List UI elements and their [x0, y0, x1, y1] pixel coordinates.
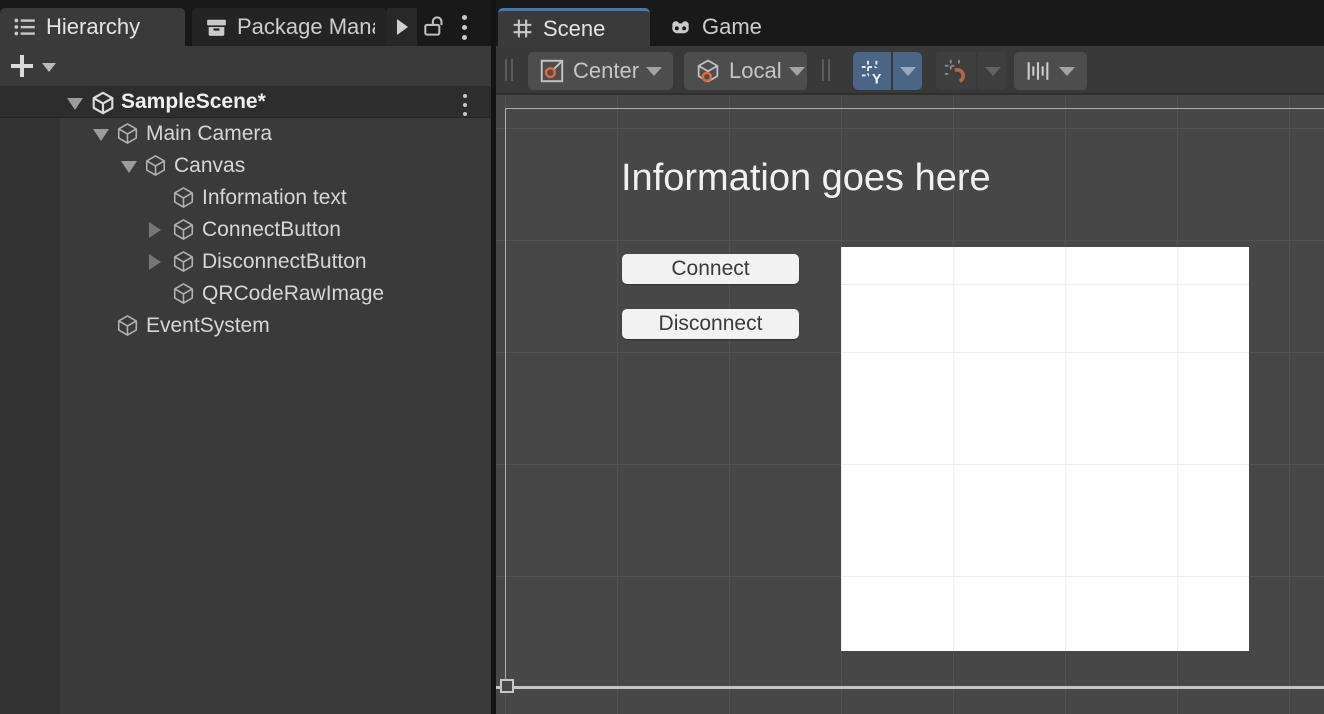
tree-row[interactable]: Information text: [0, 182, 491, 214]
pivot-dropdown-icon: [646, 67, 662, 76]
scene-header-row[interactable]: SampleScene*: [0, 87, 491, 118]
create-dropdown-icon[interactable]: [42, 63, 56, 72]
tree-row[interactable]: DisconnectButton: [0, 246, 491, 278]
tree-row[interactable]: Canvas: [0, 150, 491, 182]
scene-name: SampleScene*: [121, 90, 266, 114]
information-text: Information goes here: [621, 157, 991, 200]
orientation-mode-label: Local: [729, 58, 782, 84]
foldout-closed-icon[interactable]: [149, 254, 161, 270]
unlock-icon[interactable]: [421, 13, 449, 39]
grid-visibility-dropdown[interactable]: [893, 52, 922, 90]
tab-package-manager[interactable]: Package Manager: [192, 8, 387, 46]
gameobject-label: Canvas: [174, 154, 245, 178]
tab-hierarchy[interactable]: Hierarchy: [0, 8, 185, 46]
toolbar-drag-handle[interactable]: [505, 59, 515, 81]
orientation-dropdown-icon: [789, 67, 805, 76]
pivot-mode-button[interactable]: Center: [528, 52, 673, 90]
gameobject-label: QRCodeRawImage: [202, 282, 384, 306]
canvas-border-left: [505, 108, 506, 686]
scene-viewport[interactable]: Information goes here Connect Disconnect: [496, 95, 1324, 714]
gameobject-label: Main Camera: [146, 122, 272, 146]
left-tabbar: Hierarchy Package Manager: [0, 0, 491, 46]
connect-button[interactable]: Connect: [622, 254, 799, 284]
grid-snapping-dropdown[interactable]: [978, 52, 1007, 90]
tree-row[interactable]: EventSystem: [0, 310, 491, 342]
gameobject-cube-icon: [115, 313, 140, 338]
canvas-border-bottom: [496, 686, 1324, 689]
snap-magnet-icon: [942, 57, 970, 85]
tab-package-manager-label: Package Manager: [237, 14, 375, 40]
grid-snapping-button[interactable]: [936, 52, 976, 90]
hierarchy-icon: [12, 14, 38, 40]
gameobject-cube-icon: [171, 281, 196, 306]
scene-panel: Scene Game: [496, 0, 1324, 714]
foldout-open-icon[interactable]: [93, 129, 109, 141]
pivot-center-icon: [538, 57, 566, 85]
tab-game-label: Game: [702, 14, 762, 40]
scene-foldout-icon[interactable]: [67, 98, 83, 110]
qr-code-raw-image[interactable]: [841, 247, 1249, 651]
right-tabbar: Scene Game: [496, 0, 1324, 46]
hierarchy-tree: Main Camera Canvas Information text Conn…: [0, 118, 491, 714]
grid-y-axis-icon: Y: [859, 58, 886, 85]
tree-row[interactable]: Main Camera: [0, 118, 491, 150]
snap-increment-ruler-icon: [1024, 57, 1052, 85]
grid-visibility-button[interactable]: Y: [853, 52, 891, 90]
disconnect-button[interactable]: Disconnect: [622, 309, 799, 339]
scene-toolbar: Center Local: [496, 46, 1324, 95]
plus-icon: [11, 55, 33, 77]
canvas-border-top: [505, 108, 1324, 109]
gameobject-label: ConnectButton: [202, 218, 341, 242]
gameobject-cube-icon: [171, 217, 196, 242]
local-cube-icon: [694, 57, 722, 85]
tab-hierarchy-label: Hierarchy: [46, 14, 140, 40]
hierarchy-panel: Hierarchy Package Manager: [0, 0, 491, 714]
gameobject-label: DisconnectButton: [202, 250, 367, 274]
snap-dropdown-icon: [985, 67, 1001, 76]
tab-scroll-next-button[interactable]: [387, 8, 417, 46]
unity-scene-icon: [90, 90, 116, 116]
panel-menu-icon[interactable]: [460, 15, 468, 40]
gameobject-cube-icon: [143, 153, 168, 178]
tree-row[interactable]: QRCodeRawImage: [0, 278, 491, 310]
scene-grid-icon: [510, 16, 535, 41]
gamepad-icon: [667, 15, 694, 40]
increment-dropdown-icon: [1059, 67, 1075, 76]
package-icon: [204, 15, 229, 40]
gameobject-label: EventSystem: [146, 314, 270, 338]
tab-scene-label: Scene: [543, 16, 605, 42]
hierarchy-toolbar: [0, 46, 491, 87]
foldout-open-icon[interactable]: [121, 161, 137, 173]
foldout-closed-icon[interactable]: [149, 222, 161, 238]
create-object-button[interactable]: [8, 51, 36, 81]
toolbar-drag-handle-2[interactable]: [822, 59, 832, 81]
pivot-mode-label: Center: [573, 58, 639, 84]
grid-dropdown-icon: [900, 67, 916, 76]
next-tab-arrow-icon: [397, 19, 408, 35]
unity-editor-window: Hierarchy Package Manager: [0, 0, 1324, 714]
snap-increment-button[interactable]: [1014, 52, 1087, 90]
scene-options-icon[interactable]: [461, 94, 469, 116]
gameobject-cube-icon: [171, 249, 196, 274]
tab-game[interactable]: Game: [655, 8, 775, 46]
canvas-corner-handle[interactable]: [500, 679, 514, 693]
tab-scene[interactable]: Scene: [498, 8, 650, 46]
gameobject-cube-icon: [115, 121, 140, 146]
gameobject-cube-icon: [171, 185, 196, 210]
gameobject-label: Information text: [202, 186, 347, 210]
orientation-mode-button[interactable]: Local: [684, 52, 807, 90]
tree-row[interactable]: ConnectButton: [0, 214, 491, 246]
svg-text:Y: Y: [871, 70, 881, 85]
